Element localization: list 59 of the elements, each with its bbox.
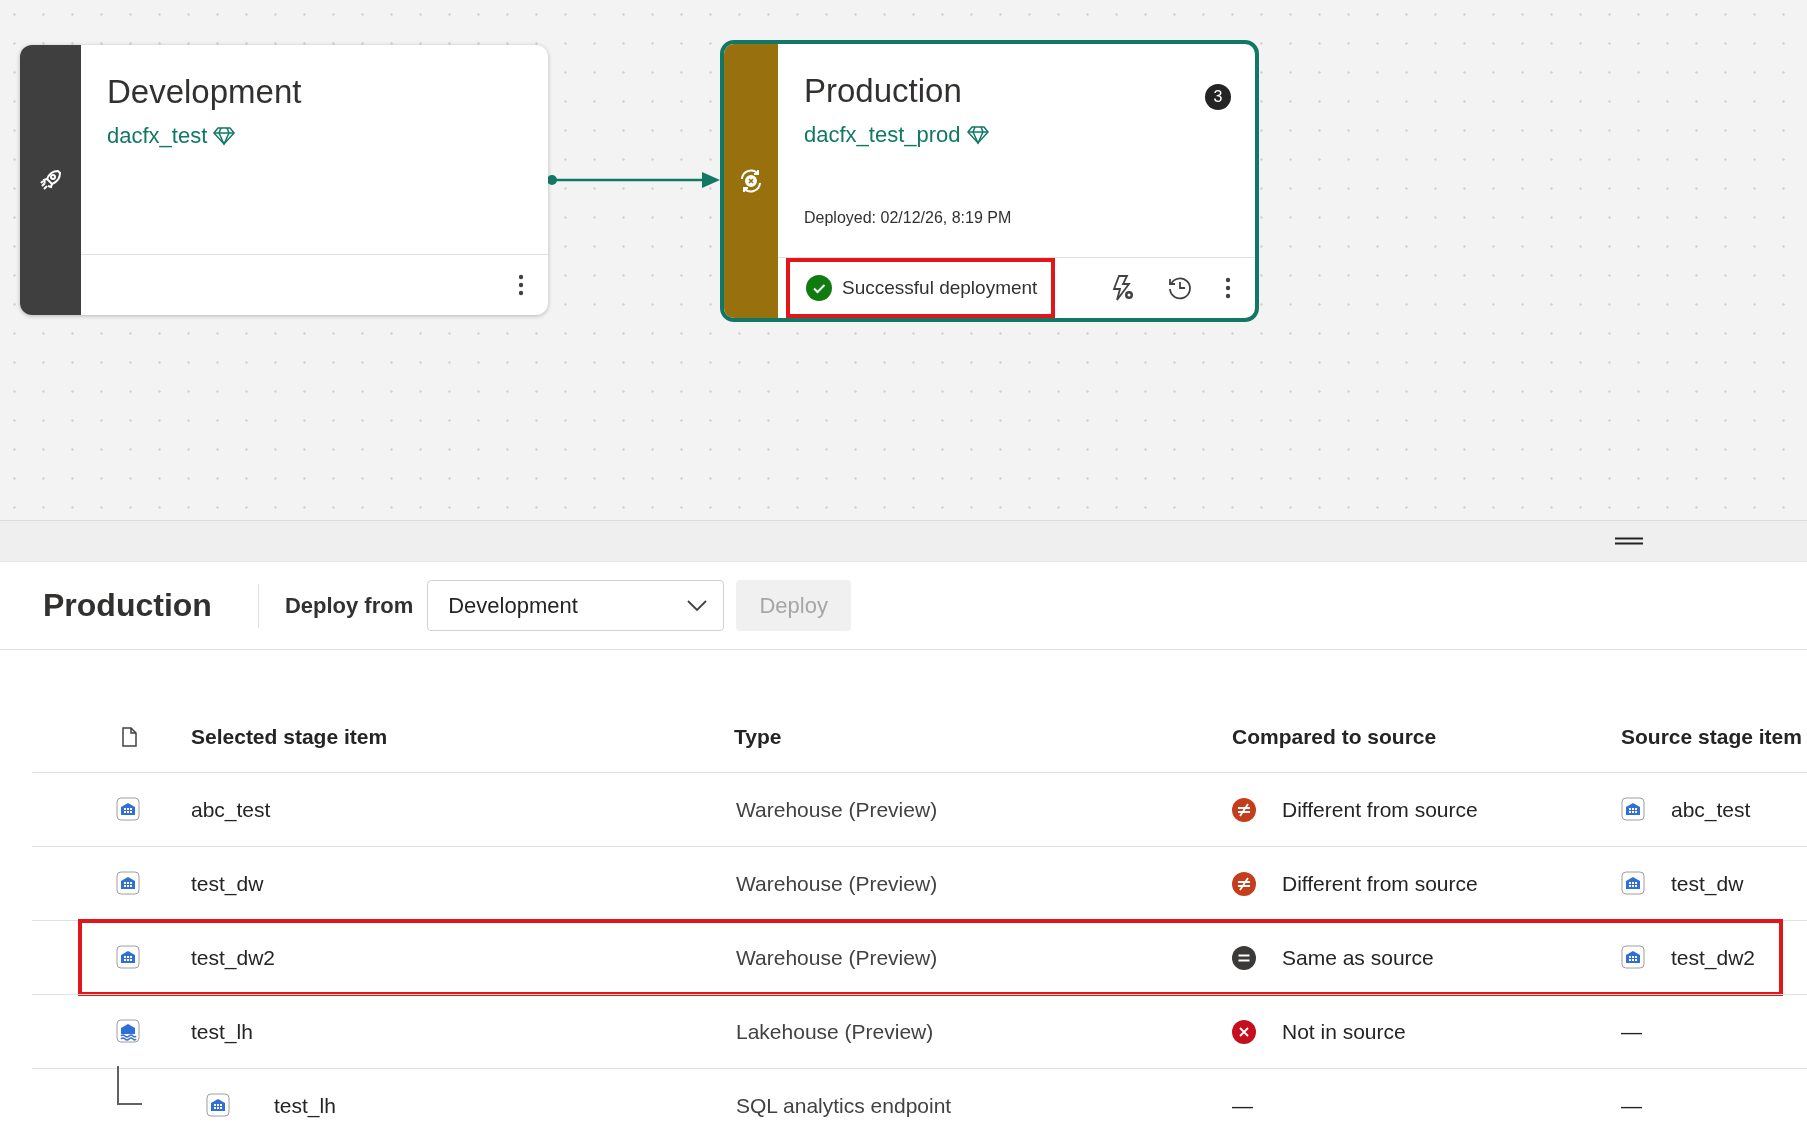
deploy-from-label: Deploy from: [284, 592, 414, 619]
stage-dropdown[interactable]: Development: [427, 580, 725, 631]
file-icon: [120, 727, 137, 747]
stage-card[interactable]: Production dacfx_test_prod 3 Deployed: 02/12/26, 8:19 PM Successful deployment: [720, 40, 1259, 322]
comparison-status: Different from source: [1282, 871, 1478, 896]
warehouse-icon: [1621, 870, 1647, 897]
item-type: Warehouse (Preview): [735, 871, 939, 896]
item-type: SQL analytics endpoint: [735, 1093, 953, 1118]
item-type: Lakehouse (Preview): [735, 1019, 935, 1044]
panel-title: Production: [43, 587, 212, 624]
diamond-icon: [966, 125, 989, 145]
source-item: —: [1621, 1019, 1642, 1044]
count-badge: 3: [1205, 84, 1231, 110]
column-header[interactable]: Source stage item: [1621, 725, 1807, 749]
deployed-time: Deployed: 02/12/26, 8:19 PM: [804, 209, 1012, 227]
item-name[interactable]: abc_test: [191, 797, 271, 822]
dropdown-value: Development: [448, 592, 578, 619]
tree-connector: [115, 1065, 142, 1106]
column-header[interactable]: Compared to source: [1232, 725, 1621, 749]
item-type: Warehouse (Preview): [735, 797, 939, 822]
source-item: —: [1621, 1093, 1642, 1118]
drag-handle-icon[interactable]: [1615, 537, 1643, 545]
not-equal-icon: [1232, 871, 1256, 896]
item-name[interactable]: test_dw: [191, 871, 264, 896]
item-name[interactable]: test_dw2: [191, 945, 276, 970]
more-icon: [518, 274, 524, 296]
source-item: test_dw: [1671, 871, 1744, 896]
stage-title: Production: [804, 72, 962, 110]
success-icon: [806, 275, 832, 301]
comparison-status: Different from source: [1282, 797, 1478, 822]
equal-icon: [1232, 945, 1256, 970]
workspace-link[interactable]: dacfx_test_prod: [804, 122, 961, 148]
column-header[interactable]: Type: [734, 725, 1232, 749]
chevron-down-icon: [687, 599, 708, 612]
item-name[interactable]: test_lh: [191, 1019, 253, 1044]
not-equal-icon: [1232, 797, 1256, 822]
warehouse-icon: [1621, 796, 1647, 823]
column-header[interactable]: Selected stage item: [191, 725, 734, 749]
comparison-status: Same as source: [1282, 945, 1434, 970]
workspace-link[interactable]: dacfx_test: [107, 123, 208, 149]
history-icon: [1167, 275, 1193, 301]
stage-title: Development: [107, 73, 302, 111]
source-item: abc_test: [1671, 797, 1751, 822]
warehouse-icon: [115, 796, 142, 823]
more-icon: [1225, 277, 1231, 299]
warehouse-icon: [115, 944, 142, 971]
lakehouse-icon: [115, 1018, 142, 1045]
item-name[interactable]: test_lh: [274, 1093, 336, 1118]
diamond-icon: [213, 126, 236, 146]
stage-card[interactable]: Development dacfx_test: [20, 45, 548, 315]
item-type: Warehouse (Preview): [735, 945, 939, 970]
warehouse-icon: [206, 1092, 232, 1119]
warehouse-icon: [115, 870, 142, 897]
comparison-status: —: [1232, 1093, 1253, 1118]
warehouse-icon: [1621, 944, 1647, 971]
status-text: Successful deployment: [842, 277, 1038, 299]
comparison-status: Not in source: [1282, 1019, 1406, 1044]
error-icon: [1232, 1019, 1256, 1044]
source-item: test_dw2: [1671, 945, 1756, 970]
